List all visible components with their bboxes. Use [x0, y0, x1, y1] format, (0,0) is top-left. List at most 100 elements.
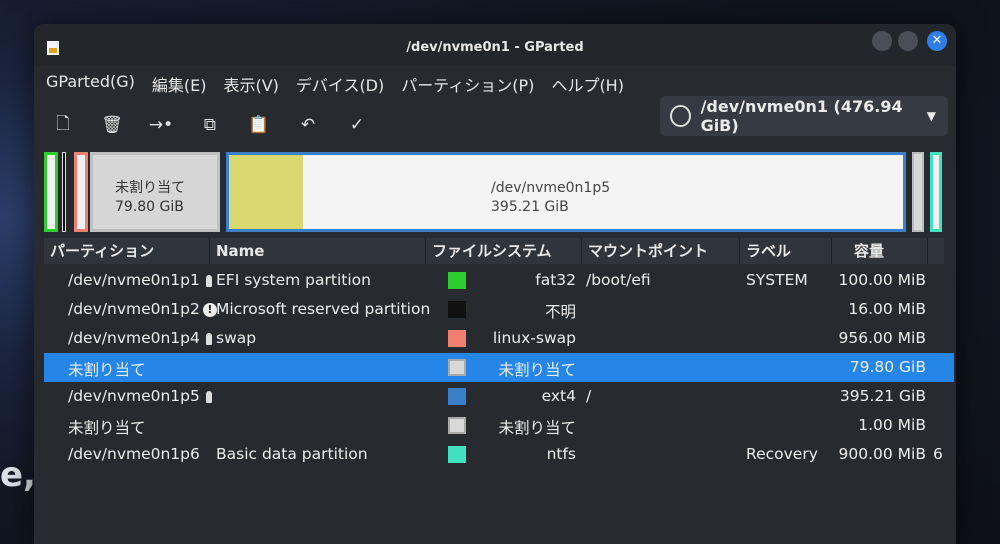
cell-size: 395.21 GiB — [839, 387, 926, 405]
col-mountpoint[interactable]: マウントポイント — [582, 238, 740, 264]
toolbar: 🗋 🗑 →• ⧉ 📋 ↶ ✓ — [50, 112, 393, 138]
fs-color-swatch — [448, 301, 466, 318]
cell-mountpoint: /boot/efi — [586, 271, 651, 289]
title-bar: /dev/nvme0n1 - GParted ✕ — [34, 24, 956, 66]
paste-button[interactable]: 📋 — [246, 112, 272, 138]
delete-partition-button[interactable]: 🗑 — [99, 112, 125, 138]
cell-size: 16.00 MiB — [848, 300, 926, 318]
col-partition[interactable]: パーティション — [44, 238, 210, 264]
undo-button[interactable]: ↶ — [295, 112, 321, 138]
cell-size: 900.00 MiB — [838, 445, 926, 463]
map-segment-p6[interactable] — [930, 152, 942, 232]
cell-partition: 未割り当て — [68, 419, 146, 437]
map-p5-label: /dev/nvme0n1p5 — [491, 180, 611, 196]
cell-filesystem: 未割り当て — [498, 361, 576, 379]
cell-name: Basic data partition — [216, 445, 368, 463]
table-row[interactable]: /dev/nvme0n1p5 ext4 / 395.21 GiB — [44, 382, 954, 411]
table-row[interactable]: /dev/nvme0n1p1 EFI system partition fat32 /… — [44, 266, 954, 295]
table-row[interactable]: /dev/nvme0n1p6 Basic data partition ntfs Re… — [44, 440, 954, 469]
partition-map: 未割り当て 79.80 GiB /dev/nvme0n1p5 395.21 Gi… — [44, 152, 950, 232]
undo-icon: ↶ — [300, 115, 316, 135]
col-name[interactable]: Name — [210, 238, 426, 264]
lock-icon — [205, 274, 212, 287]
table-header: パーティション Name ファイルシステム マウントポイント ラベル 容量 — [44, 238, 944, 264]
disk-icon — [670, 105, 691, 127]
cell-partition: /dev/nvme0n1p1 — [68, 271, 212, 289]
apply-icon: ✓ — [349, 115, 365, 135]
background-text: e, — [0, 455, 36, 495]
fs-color-swatch — [448, 359, 466, 376]
map-p5-size: 395.21 GiB — [491, 199, 569, 215]
close-button[interactable]: ✕ — [927, 31, 947, 51]
map-segment-p1[interactable] — [44, 152, 58, 232]
table-row[interactable]: 未割り当て 未割り当て 1.00 MiB — [44, 411, 954, 440]
table-row[interactable]: /dev/nvme0n1p2! Microsoft reserved partit… — [44, 295, 954, 324]
cell-filesystem: linux-swap — [492, 329, 576, 347]
copy-icon: ⧉ — [203, 115, 217, 135]
col-label[interactable]: ラベル — [740, 238, 832, 264]
map-segment-p2[interactable] — [62, 152, 66, 232]
cell-size: 100.00 MiB — [838, 271, 926, 289]
fs-color-swatch — [448, 446, 466, 463]
cell-mountpoint: / — [586, 387, 592, 405]
map-unalloc-size: 79.80 GiB — [115, 199, 184, 215]
new-icon: 🗋 — [56, 113, 70, 134]
cell-size: 1.00 MiB — [858, 416, 926, 434]
gparted-window: /dev/nvme0n1 - GParted ✕ GParted(G) 編集(E… — [34, 24, 956, 544]
col-size[interactable]: 容量 — [832, 238, 928, 264]
fs-color-swatch — [448, 417, 466, 434]
paste-icon: 📋 — [248, 115, 270, 135]
col-filesystem[interactable]: ファイルシステム — [426, 238, 582, 264]
copy-button[interactable]: ⧉ — [197, 112, 223, 138]
cell-filesystem: fat32 — [535, 271, 576, 289]
cell-size: 79.80 GiB — [849, 358, 926, 376]
close-icon: ✕ — [931, 33, 943, 48]
lock-icon — [205, 332, 212, 345]
delete-icon: 🗑 — [101, 115, 123, 135]
menu-gparted[interactable]: GParted(G) — [46, 72, 144, 98]
map-segment-unallocated[interactable]: 未割り当て 79.80 GiB — [90, 152, 220, 232]
cell-partition: /dev/nvme0n1p4 — [68, 329, 212, 347]
partition-table: /dev/nvme0n1p1 EFI system partition fat32 /… — [44, 266, 954, 469]
cell-filesystem: 未割り当て — [498, 419, 576, 437]
device-selector[interactable]: /dev/nvme0n1 (476.94 GiB) ▼ — [660, 96, 948, 136]
map-segment-p5[interactable]: /dev/nvme0n1p5 395.21 GiB — [226, 152, 906, 232]
cell-size: 956.00 MiB — [838, 329, 926, 347]
menu-partition[interactable]: パーティション(P) — [401, 72, 543, 98]
warning-icon: ! — [202, 302, 217, 317]
table-row[interactable]: 未割り当て 未割り当て 79.80 GiB — [44, 353, 954, 382]
minimize-button[interactable] — [872, 31, 892, 51]
cell-name: Microsoft reserved partition — [216, 300, 431, 318]
resize-move-button[interactable]: →• — [148, 112, 174, 138]
cell-label: SYSTEM — [746, 271, 808, 289]
chevron-down-icon: ▼ — [926, 109, 936, 123]
menu-device[interactable]: デバイス(D) — [296, 72, 393, 98]
cell-filesystem: 不明 — [544, 303, 576, 321]
cell-filesystem: ntfs — [546, 445, 576, 463]
map-segment-unallocated-2[interactable] — [912, 152, 924, 232]
fs-color-swatch — [448, 272, 466, 289]
fs-color-swatch — [448, 330, 466, 347]
map-unalloc-label: 未割り当て — [115, 180, 185, 196]
window-title: /dev/nvme0n1 - GParted — [406, 40, 584, 55]
map-p5-used-fill — [229, 155, 304, 229]
cell-label: Recovery — [746, 445, 818, 463]
table-row[interactable]: /dev/nvme0n1p4 swap linux-swap 956.00 MiB — [44, 324, 954, 353]
menu-help[interactable]: ヘルプ(H) — [551, 72, 633, 98]
menu-edit[interactable]: 編集(E) — [152, 72, 216, 98]
fs-color-swatch — [448, 388, 466, 405]
map-segment-p4[interactable] — [74, 152, 88, 232]
menu-bar: GParted(G) 編集(E) 表示(V) デバイス(D) パーティション(P… — [46, 72, 641, 98]
cell-partition: /dev/nvme0n1p2! — [68, 300, 217, 318]
cell-filesystem: ext4 — [541, 387, 576, 405]
cell-partition: /dev/nvme0n1p6 — [68, 445, 200, 463]
new-partition-button[interactable]: 🗋 — [50, 112, 76, 138]
maximize-button[interactable] — [898, 31, 918, 51]
cell-partition: /dev/nvme0n1p5 — [68, 387, 212, 405]
apply-button[interactable]: ✓ — [344, 112, 370, 138]
cell-overflow: 6 — [933, 445, 943, 463]
menu-view[interactable]: 表示(V) — [223, 72, 287, 98]
lock-icon — [205, 390, 212, 403]
cell-name: EFI system partition — [216, 271, 371, 289]
cell-name: swap — [216, 329, 257, 347]
